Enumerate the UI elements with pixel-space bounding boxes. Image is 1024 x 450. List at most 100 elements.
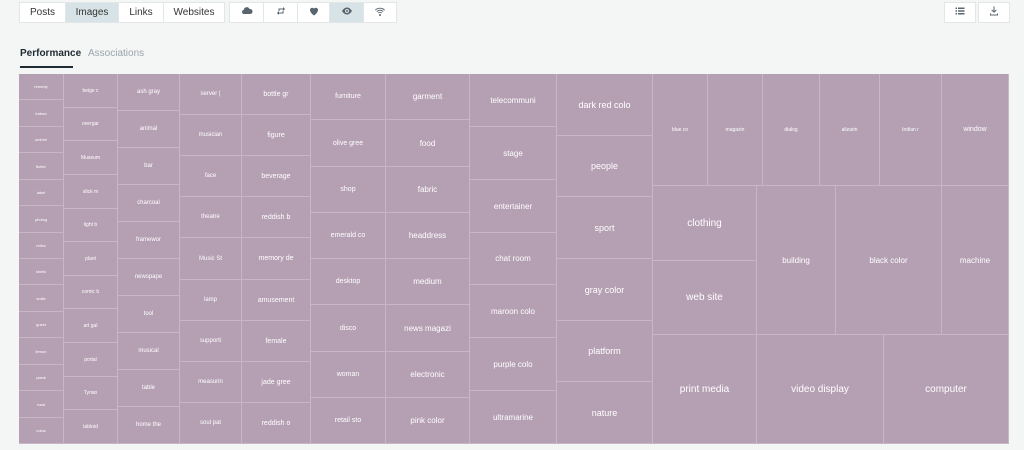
treemap-cell[interactable]: disco <box>311 305 386 352</box>
treemap-cell[interactable]: comic b <box>64 276 118 309</box>
treemap-cell[interactable]: stage <box>470 127 557 180</box>
tab-websites[interactable]: Websites <box>163 2 225 23</box>
treemap-cell[interactable]: plant <box>64 242 118 276</box>
treemap-cell[interactable]: tabloid <box>64 410 118 444</box>
treemap-cell[interactable]: magazin <box>708 74 763 186</box>
download-button[interactable] <box>978 2 1010 23</box>
repost-filter-button[interactable] <box>263 2 298 23</box>
treemap-cell[interactable]: dark red colo <box>557 74 653 136</box>
treemap-cell[interactable]: charcoal <box>118 185 180 222</box>
treemap-cell[interactable]: garment <box>386 74 470 120</box>
treemap-cell[interactable]: desktop <box>311 259 386 305</box>
treemap-cell[interactable]: table <box>118 370 180 407</box>
treemap-cell[interactable]: sport <box>557 197 653 259</box>
treemap-cell[interactable]: retail sto <box>311 398 386 444</box>
tab-links[interactable]: Links <box>118 2 164 23</box>
treemap-cell[interactable]: platform <box>557 321 653 382</box>
treemap-cell[interactable]: turban <box>19 100 64 127</box>
tab-images[interactable]: Images <box>65 2 119 23</box>
treemap-cell[interactable]: label <box>19 180 64 206</box>
treemap-cell[interactable]: nature <box>557 382 653 444</box>
treemap-cell[interactable]: colos <box>19 418 64 444</box>
treemap-cell[interactable]: ultramarine <box>470 391 557 444</box>
treemap-cell[interactable]: chat room <box>470 233 557 285</box>
treemap-cell[interactable]: fabric <box>386 167 470 213</box>
treemap-cell[interactable]: umbrel <box>19 127 64 153</box>
treemap-cell[interactable]: dialog <box>763 74 820 186</box>
treemap-cell[interactable]: tool <box>118 296 180 333</box>
treemap-cell[interactable]: pink color <box>386 398 470 444</box>
treemap-cell[interactable]: computer <box>884 335 1009 444</box>
treemap-cell[interactable]: clothing <box>653 186 757 261</box>
treemap-cell[interactable]: machine <box>942 186 1009 335</box>
treemap-cell[interactable]: telecommuni <box>470 74 557 127</box>
treemap-cell[interactable]: gray color <box>557 259 653 321</box>
treemap-cell[interactable]: furniture <box>311 74 386 120</box>
treemap-cell[interactable]: food <box>386 120 470 167</box>
treemap-cell[interactable]: medium <box>386 259 470 305</box>
list-view-button[interactable] <box>944 2 976 23</box>
treemap-cell[interactable]: newspape <box>118 259 180 296</box>
treemap-cell[interactable]: relics <box>19 233 64 259</box>
treemap-cell[interactable]: memory de <box>242 238 311 280</box>
treemap-cell[interactable]: beverage <box>242 156 311 197</box>
treemap-cell[interactable]: entertainer <box>470 180 557 233</box>
treemap-cell[interactable]: ash gray <box>118 74 180 111</box>
treemap-cell[interactable]: animal <box>118 111 180 148</box>
treemap-cell[interactable]: alizarin <box>820 74 880 186</box>
treemap-cell[interactable]: flutter <box>19 153 64 180</box>
treemap-cell[interactable]: video display <box>757 335 884 444</box>
treemap-cell[interactable]: black color <box>836 186 942 335</box>
treemap-cell[interactable]: guest <box>19 312 64 338</box>
treemap-cell[interactable]: electronic <box>386 352 470 398</box>
treemap-cell[interactable]: purple colo <box>470 338 557 391</box>
heart-filter-button[interactable] <box>297 2 330 23</box>
treemap-cell[interactable]: shells <box>19 259 64 285</box>
treemap-cell[interactable]: woman <box>311 352 386 398</box>
treemap-cell[interactable]: lamp <box>180 280 242 321</box>
treemap-cell[interactable]: reddish b <box>242 197 311 238</box>
treemap-cell[interactable]: print media <box>653 335 757 444</box>
treemap-cell[interactable]: olive gree <box>311 120 386 167</box>
treemap-cell[interactable]: musical <box>118 333 180 370</box>
treemap-cell[interactable]: overgar <box>64 108 118 141</box>
wifi-filter-button[interactable] <box>363 2 397 23</box>
treemap-cell[interactable]: photog <box>19 206 64 233</box>
subtab-performance[interactable]: Performance <box>20 48 81 59</box>
treemap-cell[interactable]: reddish o <box>242 403 311 444</box>
treemap-cell[interactable]: Indian r <box>880 74 942 186</box>
treemap-cell[interactable]: portal <box>64 343 118 377</box>
treemap-cell[interactable]: supporti <box>180 321 242 362</box>
treemap-cell[interactable]: Museum <box>64 141 118 175</box>
treemap-cell[interactable]: musician <box>180 115 242 156</box>
tab-posts[interactable]: Posts <box>19 2 66 23</box>
treemap-cell[interactable]: slick m <box>64 175 118 209</box>
treemap-cell[interactable]: emerald co <box>311 213 386 259</box>
treemap-cell[interactable]: theatre <box>180 197 242 238</box>
treemap-cell[interactable]: web site <box>653 261 757 335</box>
treemap-cell[interactable]: maroon colo <box>470 285 557 338</box>
treemap-cell[interactable]: plank <box>19 365 64 391</box>
treemap-cell[interactable]: shop <box>311 167 386 213</box>
treemap-cell[interactable]: face <box>180 156 242 197</box>
subtab-associations[interactable]: Associations <box>88 48 144 59</box>
cloud-filter-button[interactable] <box>229 2 264 23</box>
treemap-cell[interactable]: light b <box>64 209 118 242</box>
treemap-cell[interactable]: lemon <box>19 338 64 365</box>
treemap-cell[interactable]: window <box>942 74 1009 186</box>
treemap-cell[interactable]: beige c <box>64 74 118 108</box>
treemap-cell[interactable]: news magazi <box>386 305 470 352</box>
treemap-cell[interactable]: headdress <box>386 213 470 259</box>
treemap-cell[interactable]: Music St <box>180 238 242 280</box>
treemap-cell[interactable]: bottle gr <box>242 74 311 115</box>
treemap-cell[interactable]: Tyrian <box>64 377 118 410</box>
treemap-cell[interactable]: home the <box>118 407 180 444</box>
treemap-cell[interactable]: remedy <box>19 74 64 100</box>
treemap-cell[interactable]: blue co <box>653 74 708 186</box>
treemap-cell[interactable]: server | <box>180 74 242 115</box>
treemap-cell[interactable]: figure <box>242 115 311 156</box>
treemap-cell[interactable]: jade gree <box>242 362 311 403</box>
treemap-cell[interactable]: bar <box>118 148 180 185</box>
treemap-cell[interactable]: art gal <box>64 309 118 343</box>
treemap-cell[interactable]: female <box>242 321 311 362</box>
